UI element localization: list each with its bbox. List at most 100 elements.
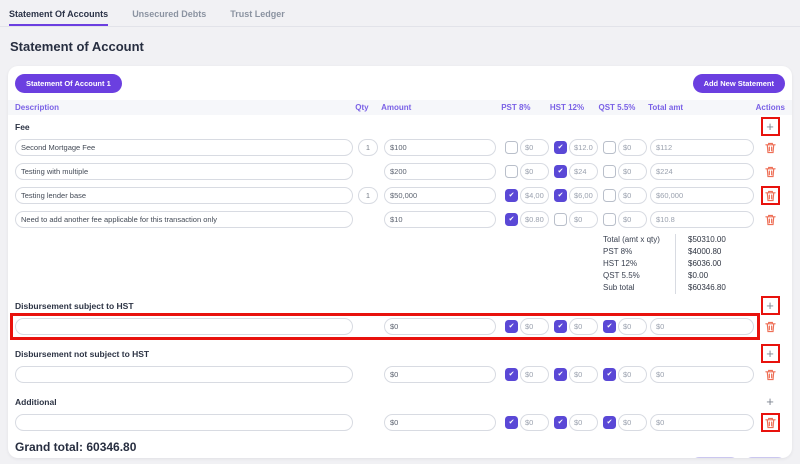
- qst-amount-input[interactable]: [618, 211, 647, 228]
- fee-totals: Total (amt x qty)$50310.00 PST 8%$4000.8…: [603, 234, 785, 294]
- pst-amount-input[interactable]: [520, 187, 549, 204]
- hst-checkbox[interactable]: [554, 416, 567, 429]
- qst-amount-input[interactable]: [618, 187, 647, 204]
- qst-checkbox[interactable]: [603, 189, 616, 202]
- pst-checkbox[interactable]: [505, 213, 518, 226]
- add-disbursement-no-hst-row-button[interactable]: +: [761, 344, 780, 363]
- fee-row-1: [15, 138, 785, 157]
- total-amount-input[interactable]: [650, 366, 754, 383]
- delete-row-button[interactable]: [761, 413, 780, 432]
- trash-icon: [765, 417, 776, 429]
- pst-amount-input[interactable]: [520, 163, 549, 180]
- save-button[interactable]: Save: [745, 457, 785, 458]
- delete-row-button[interactable]: [761, 138, 780, 157]
- hst-checkbox[interactable]: [554, 165, 567, 178]
- delete-row-button[interactable]: [761, 162, 780, 181]
- pst-amount-input[interactable]: [520, 318, 549, 335]
- delete-row-button[interactable]: [761, 317, 780, 336]
- qst-checkbox[interactable]: [603, 320, 616, 333]
- col-actions: Actions: [751, 103, 785, 112]
- add-disbursement-hst-row-button[interactable]: +: [761, 296, 780, 315]
- hst-checkbox[interactable]: [554, 213, 567, 226]
- pst-checkbox[interactable]: [505, 189, 518, 202]
- amount-input[interactable]: [384, 187, 496, 204]
- fee-row-2: [15, 162, 785, 181]
- pst-checkbox[interactable]: [505, 320, 518, 333]
- qst-checkbox[interactable]: [603, 141, 616, 154]
- amount-input[interactable]: [384, 139, 496, 156]
- description-input[interactable]: [15, 139, 353, 156]
- tab-statement-of-accounts[interactable]: Statement Of Accounts: [9, 9, 108, 26]
- qst-amount-input[interactable]: [618, 163, 647, 180]
- qst-amount-input[interactable]: [618, 318, 647, 335]
- amount-input[interactable]: [384, 163, 496, 180]
- col-total-amt: Total amt: [648, 103, 751, 112]
- amount-input[interactable]: [384, 211, 496, 228]
- delete-row-button[interactable]: [761, 186, 780, 205]
- hst-total-label: HST 12%: [603, 258, 675, 270]
- pst-amount-input[interactable]: [520, 366, 549, 383]
- pst-amount-input[interactable]: [520, 414, 549, 431]
- hst-checkbox[interactable]: [554, 189, 567, 202]
- pst-checkbox[interactable]: [505, 141, 518, 154]
- hst-amount-input[interactable]: [569, 187, 598, 204]
- amount-input[interactable]: [384, 318, 496, 335]
- description-input[interactable]: [15, 318, 353, 335]
- pst-checkbox[interactable]: [505, 165, 518, 178]
- pst-amount-input[interactable]: [520, 211, 549, 228]
- description-input[interactable]: [15, 366, 353, 383]
- tab-trust-ledger[interactable]: Trust Ledger: [230, 9, 285, 26]
- qst-amount-input[interactable]: [618, 366, 647, 383]
- delete-row-button[interactable]: [761, 365, 780, 384]
- hst-amount-input[interactable]: [569, 366, 598, 383]
- qty-input[interactable]: [358, 187, 378, 204]
- additional-row-1: [15, 413, 785, 432]
- add-fee-row-button[interactable]: +: [761, 117, 780, 136]
- plus-icon: +: [766, 120, 774, 133]
- pst-checkbox[interactable]: [505, 368, 518, 381]
- amount-input[interactable]: [384, 366, 496, 383]
- total-amount-input[interactable]: [650, 318, 754, 335]
- total-amount-input[interactable]: [650, 211, 754, 228]
- total-amount-input[interactable]: [650, 187, 754, 204]
- add-new-statement-button[interactable]: Add New Statement: [693, 74, 785, 93]
- description-input[interactable]: [15, 414, 353, 431]
- pst-checkbox[interactable]: [505, 416, 518, 429]
- tab-unsecured-debts[interactable]: Unsecured Debts: [132, 9, 206, 26]
- delete-row-button[interactable]: [761, 210, 780, 229]
- hst-checkbox[interactable]: [554, 368, 567, 381]
- qst-amount-input[interactable]: [618, 414, 647, 431]
- col-hst: HST 12%: [550, 103, 594, 112]
- description-input[interactable]: [15, 211, 353, 228]
- row-fields: [15, 163, 755, 180]
- qst-checkbox[interactable]: [603, 165, 616, 178]
- total-amount-input[interactable]: [650, 163, 754, 180]
- qst-checkbox[interactable]: [603, 368, 616, 381]
- hst-checkbox[interactable]: [554, 141, 567, 154]
- subtotal-value: $60346.80: [675, 282, 755, 294]
- qst-checkbox[interactable]: [603, 213, 616, 226]
- row-fields: [15, 414, 755, 431]
- statement-of-account-1-button[interactable]: Statement Of Account 1: [15, 74, 122, 93]
- trash-icon: [765, 190, 776, 202]
- trash-icon: [765, 369, 776, 381]
- total-amount-input[interactable]: [650, 414, 754, 431]
- qst-amount-input[interactable]: [618, 139, 647, 156]
- hst-amount-input[interactable]: [569, 414, 598, 431]
- hst-checkbox[interactable]: [554, 320, 567, 333]
- trash-icon: [765, 321, 776, 333]
- qst-checkbox[interactable]: [603, 416, 616, 429]
- description-input[interactable]: [15, 163, 353, 180]
- hst-amount-input[interactable]: [569, 211, 598, 228]
- hst-amount-input[interactable]: [569, 163, 598, 180]
- description-input[interactable]: [15, 187, 353, 204]
- hst-amount-input[interactable]: [569, 139, 598, 156]
- qty-input[interactable]: [358, 139, 378, 156]
- hst-amount-input[interactable]: [569, 318, 598, 335]
- add-additional-row-button[interactable]: +: [761, 392, 780, 411]
- total-amount-input[interactable]: [650, 139, 754, 156]
- cancel-button[interactable]: Cancel: [692, 457, 739, 458]
- grand-total-label: Grand total:: [15, 440, 83, 454]
- amount-input[interactable]: [384, 414, 496, 431]
- pst-amount-input[interactable]: [520, 139, 549, 156]
